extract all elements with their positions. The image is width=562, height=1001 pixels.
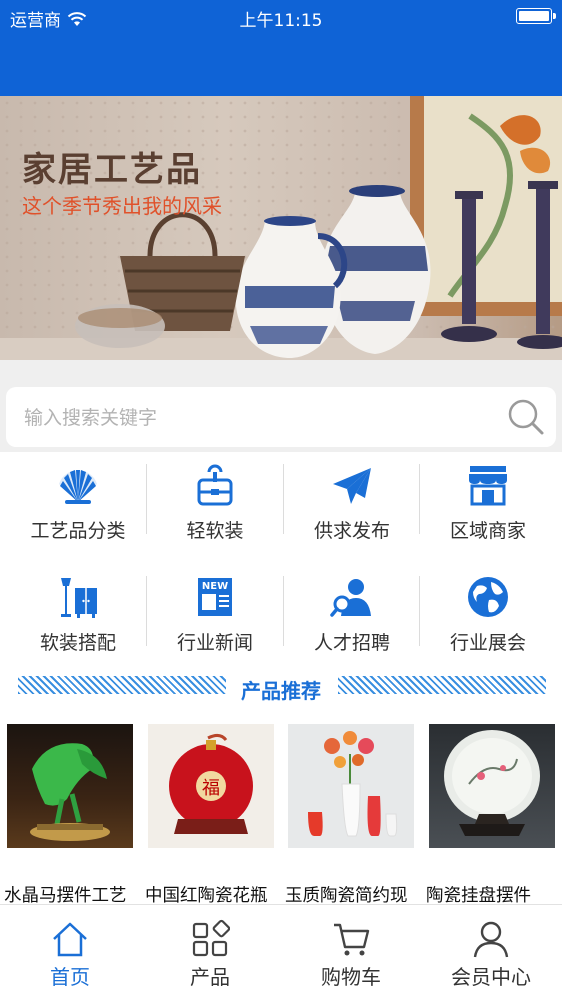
paper-plane-icon: [333, 468, 371, 504]
category-label: 人才招聘: [313, 632, 390, 654]
category-label: 行业新闻: [176, 632, 253, 654]
category-label: 行业展会: [449, 632, 526, 654]
category-exhibitions[interactable]: 行业展会: [418, 564, 558, 676]
news-icon: NEW: [198, 578, 232, 616]
category-soft-decor[interactable]: 轻软装: [145, 452, 285, 564]
tab-cart[interactable]: 购物车: [281, 905, 421, 1001]
lamp-cabinet-icon: [61, 578, 97, 618]
category-label: 区域商家: [449, 520, 526, 542]
banner-illustration: [0, 96, 562, 360]
tab-label: 购物车: [321, 965, 381, 989]
search-icon[interactable]: [506, 397, 546, 437]
category-recruitment[interactable]: 人才招聘: [282, 564, 422, 676]
category-label: 工艺品分类: [30, 520, 126, 542]
user-icon: [473, 921, 509, 958]
category-crafts[interactable]: 工艺品分类: [8, 452, 148, 564]
product-image: [429, 724, 555, 848]
person-search-icon: [330, 579, 371, 617]
category-local-merchants[interactable]: 区域商家: [418, 452, 558, 564]
category-grid: 工艺品分类 轻软装 供求发布 区域商家 软装搭配 NEW 行业新闻 人才招聘 行…: [0, 452, 562, 676]
product-card[interactable]: 陶瓷挂盘摆件: [426, 724, 555, 906]
bottom-tab-bar: 首页 产品 购物车 会员中心: [0, 904, 562, 1001]
promo-banner[interactable]: 家居工艺品 这个季节秀出我的风采: [0, 96, 562, 360]
product-image: [288, 724, 414, 848]
tab-home[interactable]: 首页: [0, 905, 140, 1001]
category-decor-matching[interactable]: 软装搭配: [8, 564, 148, 676]
product-card[interactable]: 玉质陶瓷简约现: [285, 724, 414, 906]
category-label: 供求发布: [313, 520, 390, 542]
svg-text:福: 福: [202, 778, 220, 799]
battery-icon: [516, 8, 556, 24]
product-card[interactable]: 水晶马摆件工艺: [4, 724, 133, 906]
cart-icon: [334, 923, 370, 956]
home-icon: [53, 922, 87, 957]
category-supply-demand[interactable]: 供求发布: [282, 452, 422, 564]
storefront-icon: [469, 466, 507, 506]
status-time: 上午11:15: [239, 11, 323, 31]
search-bar[interactable]: [6, 387, 556, 447]
fan-icon: [59, 470, 97, 504]
header-bar: 运营商 上午11:15: [0, 0, 562, 96]
category-label: 软装搭配: [39, 632, 116, 654]
category-industry-news[interactable]: NEW 行业新闻: [145, 564, 285, 676]
category-label: 轻软装: [186, 520, 244, 542]
search-input[interactable]: [22, 397, 496, 439]
product-list: 水晶马摆件工艺 福 中国红陶瓷花瓶 玉质陶瓷简约现 陶瓷挂盘摆件: [0, 712, 562, 906]
svg-text:NEW: NEW: [202, 581, 228, 592]
tab-products[interactable]: 产品: [140, 905, 280, 1001]
tab-label: 产品: [190, 965, 230, 989]
product-image: [7, 724, 133, 848]
tab-member-center[interactable]: 会员中心: [421, 905, 561, 1001]
globe-icon: [468, 577, 508, 617]
tab-label: 首页: [50, 965, 90, 989]
section-title: 产品推荐: [241, 679, 321, 703]
section-header: 产品推荐: [0, 676, 562, 712]
banner-subtitle: 这个季节秀出我的风采: [22, 194, 222, 218]
product-image: 福: [148, 724, 274, 848]
briefcase-icon: [197, 464, 233, 506]
product-card[interactable]: 福 中国红陶瓷花瓶: [145, 724, 274, 906]
grid-icon: [192, 919, 230, 957]
tab-label: 会员中心: [451, 965, 531, 989]
banner-title: 家居工艺品: [22, 150, 202, 190]
